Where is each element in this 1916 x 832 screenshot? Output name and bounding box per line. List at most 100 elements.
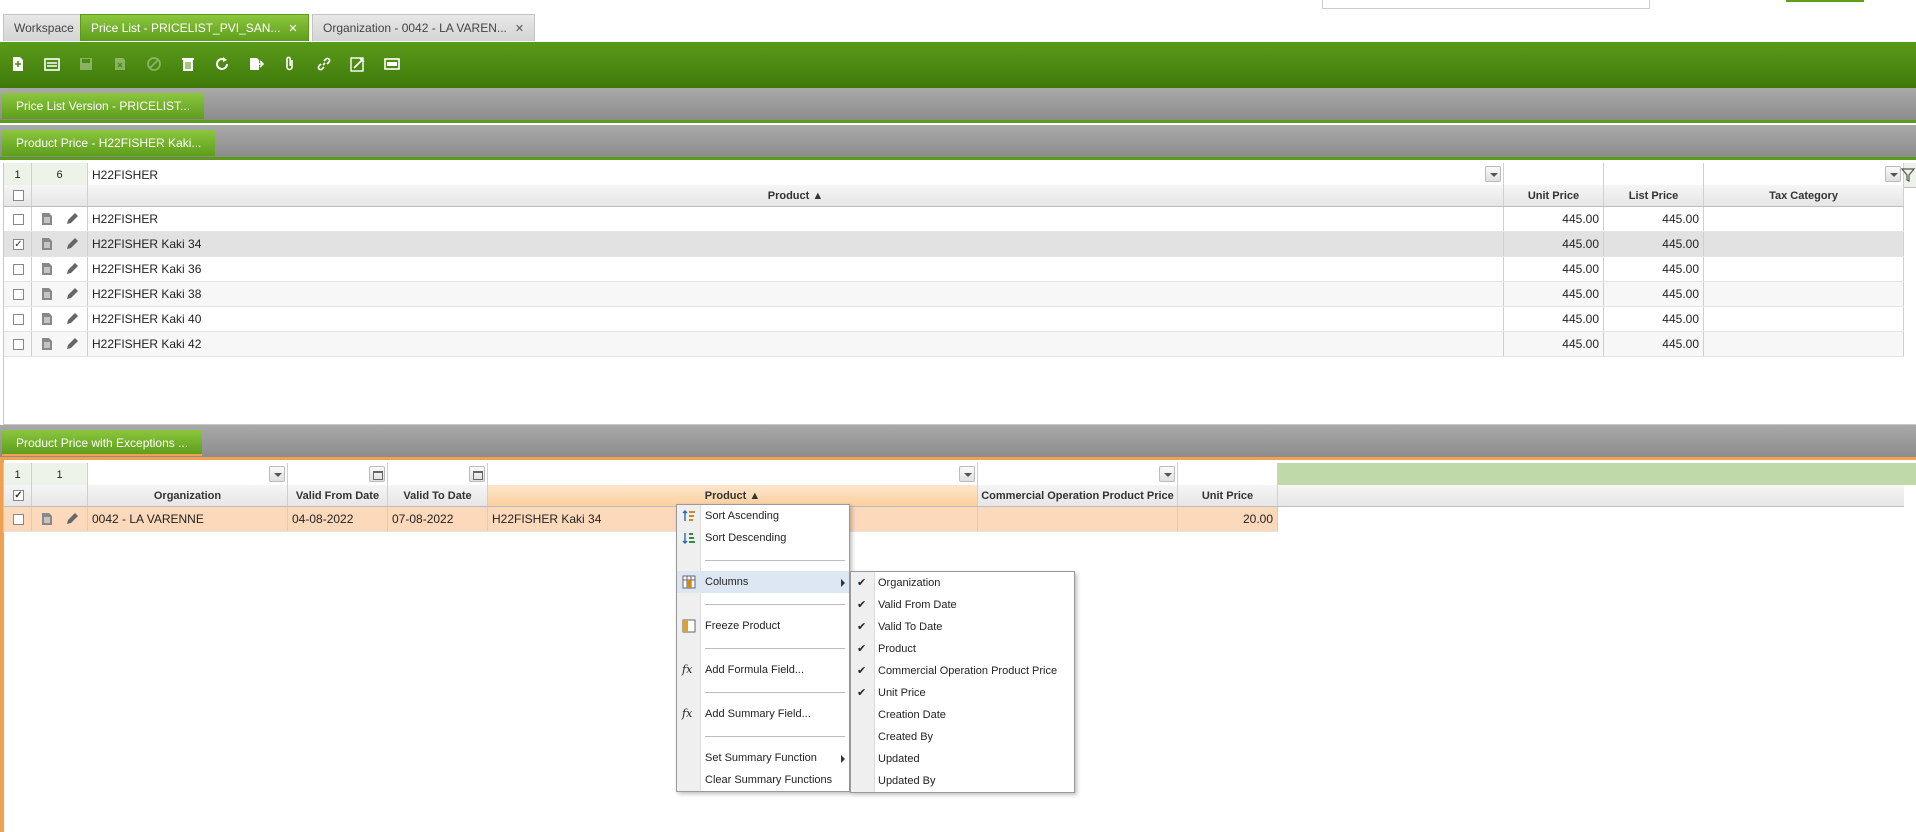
attachment-button[interactable] <box>276 50 304 78</box>
organization-filter-input[interactable] <box>88 463 288 487</box>
row-checkbox[interactable] <box>13 214 24 225</box>
valid-to-filter-input[interactable] <box>388 463 488 487</box>
select-all-cell: ✓ <box>4 485 32 506</box>
unit-price-column-header[interactable]: Unit Price <box>1504 185 1604 206</box>
column-toggle-item[interactable]: Created By <box>851 726 1074 748</box>
table-row[interactable]: H22FISHER 445.00 445.00 <box>4 207 1904 232</box>
row-checkbox[interactable]: ✓ <box>13 239 24 250</box>
table-row[interactable]: 0042 - LA VARENNE 04-08-2022 07-08-2022 … <box>4 507 1278 532</box>
organization-column-header[interactable]: Organization <box>88 485 288 506</box>
product-filter-input[interactable]: H22FISHER <box>88 163 1504 187</box>
column-toggle-item[interactable]: Updated <box>851 748 1074 770</box>
chevron-down-icon[interactable] <box>959 466 975 482</box>
column-toggle-item[interactable]: ✔ Unit Price <box>851 682 1074 704</box>
sort-ascending-item[interactable]: Sort Ascending <box>677 505 849 527</box>
document-icon[interactable] <box>40 287 54 301</box>
document-icon[interactable] <box>40 512 54 526</box>
delete-button[interactable] <box>174 50 202 78</box>
top-right-button-edge[interactable] <box>1786 0 1864 2</box>
pencil-icon[interactable] <box>65 212 79 226</box>
table-row[interactable]: ✓ H22FISHER Kaki 34 445.00 445.00 <box>4 232 1904 257</box>
valid-from-filter-input[interactable] <box>288 463 388 487</box>
document-icon[interactable] <box>40 262 54 276</box>
exceptions-tab[interactable]: Product Price with Exceptions ... <box>2 430 203 456</box>
close-icon[interactable]: ✕ <box>288 16 297 43</box>
price-list-version-tab[interactable]: Price List Version - PRICELIST... <box>2 93 205 119</box>
tools-button[interactable] <box>344 50 372 78</box>
clear-summary-functions-item[interactable]: Clear Summary Functions <box>677 769 849 791</box>
tab-price-list[interactable]: Price List - PRICELIST_PVI_SAN... ✕ <box>80 14 309 41</box>
chevron-down-icon[interactable] <box>1485 166 1501 182</box>
new-document-button[interactable] <box>4 50 32 78</box>
undo-button[interactable] <box>106 50 134 78</box>
row-checkbox[interactable] <box>13 514 24 525</box>
add-formula-field-item[interactable]: fx Add Formula Field... <box>677 659 849 681</box>
select-all-checkbox[interactable] <box>13 190 24 201</box>
column-toggle-item[interactable]: ✔ Product <box>851 638 1074 660</box>
product-price-tab[interactable]: Product Price - H22FISHER Kaki... <box>2 130 216 156</box>
new-record-button[interactable] <box>38 50 66 78</box>
calendar-icon[interactable] <box>369 466 385 482</box>
table-row[interactable]: H22FISHER Kaki 40 445.00 445.00 <box>4 307 1904 332</box>
sort-descending-item[interactable]: Sort Descending <box>677 527 849 549</box>
pencil-icon[interactable] <box>65 312 79 326</box>
unit-price-filter-input[interactable] <box>1178 463 1278 487</box>
tax-category-column-header[interactable]: Tax Category <box>1704 185 1904 206</box>
product-filter-input[interactable] <box>488 463 978 487</box>
document-icon[interactable] <box>40 212 54 226</box>
save-button[interactable] <box>72 50 100 78</box>
row-checkbox[interactable] <box>13 339 24 350</box>
column-toggle-item[interactable]: ✔ Commercial Operation Product Price <box>851 660 1074 682</box>
grid-header: ✓ Organization Valid From Date Valid To … <box>4 485 1904 507</box>
product-column-header[interactable]: Product ▲ <box>488 485 978 506</box>
export-button[interactable] <box>242 50 270 78</box>
pencil-icon[interactable] <box>65 287 79 301</box>
pencil-icon[interactable] <box>65 237 79 251</box>
set-summary-function-item[interactable]: Set Summary Function <box>677 747 849 769</box>
chevron-down-icon[interactable] <box>1885 166 1901 182</box>
chevron-down-icon[interactable] <box>269 466 285 482</box>
list-price-filter-input[interactable] <box>1604 163 1704 187</box>
column-toggle-item[interactable]: ✔ Organization <box>851 572 1074 594</box>
column-toggle-item[interactable]: ✔ Valid To Date <box>851 616 1074 638</box>
pencil-icon[interactable] <box>65 337 79 351</box>
product-column-header[interactable]: Product ▲ <box>88 185 1504 206</box>
unit-price-filter-input[interactable] <box>1504 163 1604 187</box>
table-row[interactable]: H22FISHER Kaki 36 445.00 445.00 <box>4 257 1904 282</box>
summary-icon: fx <box>682 707 693 720</box>
close-icon[interactable]: ✕ <box>515 16 524 43</box>
columns-item[interactable]: Columns <box>677 571 849 593</box>
calendar-icon[interactable] <box>469 466 485 482</box>
refresh-button[interactable] <box>208 50 236 78</box>
row-checkbox[interactable] <box>13 289 24 300</box>
commercial-column-header[interactable]: Commercial Operation Product Price <box>978 485 1178 506</box>
valid-from-column-header[interactable]: Valid From Date <box>288 485 388 506</box>
column-toggle-item[interactable]: Updated By <box>851 770 1074 792</box>
tab-organization[interactable]: Organization - 0042 - LA VAREN... ✕ <box>312 14 536 43</box>
form-view-button[interactable] <box>378 50 406 78</box>
filter-funnel-icon[interactable] <box>1900 167 1916 183</box>
table-row[interactable]: H22FISHER Kaki 42 445.00 445.00 <box>4 332 1904 357</box>
tax-category-filter-input[interactable] <box>1704 163 1904 187</box>
select-all-checkbox[interactable]: ✓ <box>13 490 24 501</box>
pencil-icon[interactable] <box>65 262 79 276</box>
column-toggle-item[interactable]: Creation Date <box>851 704 1074 726</box>
cancel-button[interactable] <box>140 50 168 78</box>
list-price-column-header[interactable]: List Price <box>1604 185 1704 206</box>
link-button[interactable] <box>310 50 338 78</box>
table-row[interactable]: H22FISHER Kaki 38 445.00 445.00 <box>4 282 1904 307</box>
valid-to-column-header[interactable]: Valid To Date <box>388 485 488 506</box>
column-toggle-item[interactable]: ✔ Valid From Date <box>851 594 1074 616</box>
row-checkbox[interactable] <box>13 314 24 325</box>
freeze-product-item[interactable]: Freeze Product <box>677 615 849 637</box>
document-icon[interactable] <box>40 237 54 251</box>
document-icon[interactable] <box>40 337 54 351</box>
row-checkbox[interactable] <box>13 264 24 275</box>
add-summary-field-item[interactable]: fx Add Summary Field... <box>677 703 849 725</box>
pencil-icon[interactable] <box>65 512 79 526</box>
tab-workspace[interactable]: Workspace <box>3 14 85 41</box>
document-icon[interactable] <box>40 312 54 326</box>
commercial-filter-input[interactable] <box>978 463 1178 487</box>
chevron-down-icon[interactable] <box>1159 466 1175 482</box>
unit-price-column-header[interactable]: Unit Price <box>1178 485 1278 506</box>
